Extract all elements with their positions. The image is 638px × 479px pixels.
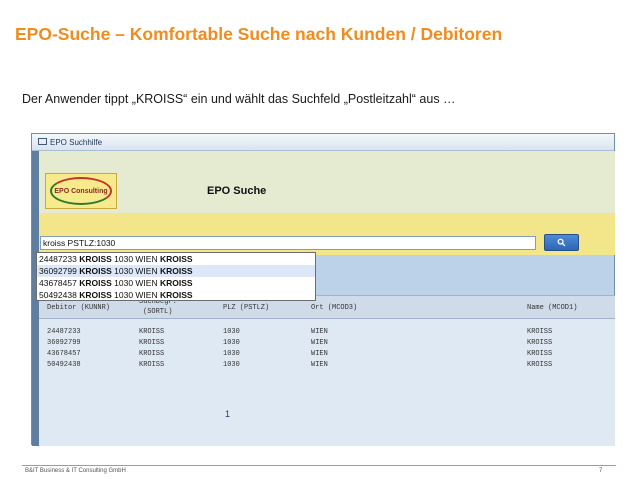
cell-name: KROISS bbox=[527, 361, 553, 369]
search-input[interactable]: kroiss PSTLZ:1030 bbox=[40, 236, 536, 250]
table-row[interactable]: 36092799 KROISS 1030 WIEN KROISS bbox=[39, 338, 615, 348]
suggestion-item-selected[interactable]: 36092799 KROISS 1030 WIEN KROISS bbox=[37, 265, 315, 277]
window-title: EPO Suchhilfe bbox=[50, 138, 103, 147]
suggestion-item[interactable]: 24487233 KROISS 1030 WIEN KROISS bbox=[37, 253, 315, 265]
cell-plz: 1030 bbox=[223, 339, 240, 347]
suggestion-item[interactable]: 50492438 KROISS 1030 WIEN KROISS bbox=[37, 289, 315, 301]
cell-debitor: 50492438 bbox=[47, 361, 81, 369]
suggestion-item[interactable]: 43678457 KROISS 1030 WIEN KROISS bbox=[37, 277, 315, 289]
cell-sortl: KROISS bbox=[139, 328, 165, 336]
column-header-name[interactable]: Name (MCOD1) bbox=[527, 304, 577, 312]
cell-ort: WIEN bbox=[311, 361, 328, 369]
cell-plz: 1030 bbox=[223, 350, 240, 358]
cell-plz: 1030 bbox=[223, 328, 240, 336]
slide-subtitle: Der Anwender tippt „KROISS“ ein und wähl… bbox=[22, 92, 456, 106]
cell-name: KROISS bbox=[527, 339, 553, 347]
window-icon bbox=[38, 138, 47, 146]
autocomplete-dropdown: 24487233 KROISS 1030 WIEN KROISS 3609279… bbox=[36, 252, 316, 301]
cell-sortl: KROISS bbox=[139, 350, 165, 358]
cell-debitor: 36092799 bbox=[47, 339, 81, 347]
footer-company: B&IT Business & IT Consulting GmbH bbox=[25, 468, 126, 474]
search-header-panel: EPO Consulting EPO Suche kroiss PSTLZ:10… bbox=[39, 151, 615, 255]
cell-ort: WIEN bbox=[311, 350, 328, 358]
header-top-band bbox=[39, 151, 615, 213]
column-header-ort[interactable]: Ort (MCOD3) bbox=[311, 304, 357, 312]
slide-title: EPO-Suche – Komfortable Suche nach Kunde… bbox=[15, 24, 503, 44]
column-header-debitor[interactable]: Debitor (KUNNR) bbox=[47, 304, 110, 312]
cell-name: KROISS bbox=[527, 350, 553, 358]
company-logo: EPO Consulting bbox=[45, 173, 117, 209]
footer-divider bbox=[22, 465, 616, 466]
results-grid: 24487233 KROISS 1030 WIEN KROISS 3609279… bbox=[39, 319, 615, 446]
app-heading: EPO Suche bbox=[207, 185, 267, 197]
cell-sortl: KROISS bbox=[139, 361, 165, 369]
column-header-plz[interactable]: PLZ (PSTLZ) bbox=[223, 304, 269, 312]
cell-plz: 1030 bbox=[223, 361, 240, 369]
search-button[interactable] bbox=[544, 234, 579, 251]
search-icon bbox=[557, 238, 566, 247]
cell-ort: WIEN bbox=[311, 339, 328, 347]
cell-name: KROISS bbox=[527, 328, 553, 336]
column-header-sortl[interactable]: (SORTL) bbox=[143, 308, 172, 316]
cell-debitor: 24487233 bbox=[47, 328, 81, 336]
cell-debitor: 43678457 bbox=[47, 350, 81, 358]
cell-ort: WIEN bbox=[311, 328, 328, 336]
table-row[interactable]: 24487233 KROISS 1030 WIEN KROISS bbox=[39, 327, 615, 337]
cell-sortl: KROISS bbox=[139, 339, 165, 347]
table-row[interactable]: 50492438 KROISS 1030 WIEN KROISS bbox=[39, 360, 615, 370]
table-row[interactable]: 43678457 KROISS 1030 WIEN KROISS bbox=[39, 349, 615, 359]
footer-page-number: 7 bbox=[599, 468, 603, 474]
page-number-link[interactable]: 1 bbox=[225, 409, 230, 419]
window-titlebar: EPO Suchhilfe bbox=[32, 134, 614, 151]
logo-text: EPO Consulting bbox=[54, 187, 108, 195]
